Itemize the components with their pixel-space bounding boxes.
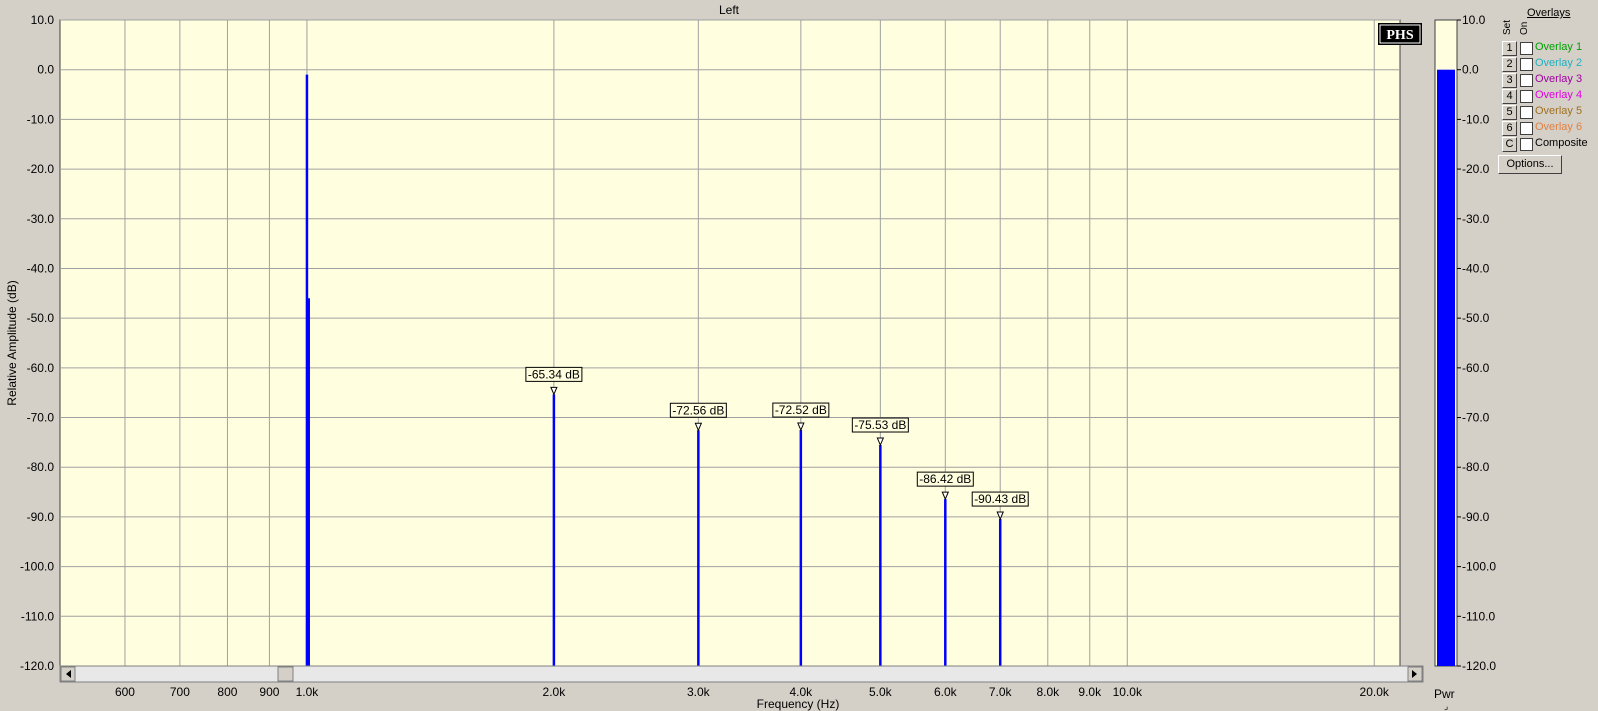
overlay-set-button[interactable]: 3 [1502,73,1517,88]
y-tick-label: -70.0 [27,411,55,425]
peak-annotation-label: -72.56 dB [672,403,724,417]
overlay-set-button[interactable]: C [1502,137,1517,152]
peak-annotation-label: -86.42 dB [919,472,971,486]
y-tick-label: -20.0 [27,162,55,176]
y-tick-label: -120.0 [20,659,54,673]
overlay-on-checkbox[interactable] [1520,58,1533,71]
overlay-label: Composite [1535,137,1588,149]
overlay-label: Overlay 3 [1535,73,1583,85]
meter-tick-label: -100.0 [1462,560,1496,574]
y-tick-label: -50.0 [27,311,55,325]
power-meter-label: Pwr [1434,687,1455,701]
meter-tick-label: -60.0 [1462,361,1490,375]
y-tick-label: -60.0 [27,361,55,375]
x-tick-label: 2.0k [543,685,567,699]
peak-annotation-label: -65.34 dB [528,367,580,381]
meter-tick-label: 10.0 [1462,13,1486,27]
overlay-set-button[interactable]: 6 [1502,121,1517,136]
y-axis: 10.0 0.0 -10.0 -20.0 -30.0 -40.0 -50.0 -60.0 -70… [20,13,54,673]
overlay-label: Overlay 2 [1535,57,1583,69]
x-tick-label: 20.0k [1360,685,1390,699]
peak-annotation-label: -72.52 dB [775,403,827,417]
options-button[interactable]: Options... [1498,155,1562,174]
overlay-on-checkbox[interactable] [1520,138,1533,151]
overlay-label: Overlay 6 [1535,121,1583,133]
x-tick-label: 700 [170,685,190,699]
x-tick-label: 800 [217,685,237,699]
y-tick-label: 10.0 [31,13,55,27]
meter-tick-label: 0.0 [1462,63,1479,77]
x-tick-label: 9.0k [1078,685,1102,699]
overlays-title: Overlays [1527,7,1571,19]
x-tick-label: 7.0k [989,685,1013,699]
overlay-set-button[interactable]: 1 [1502,41,1517,56]
svg-text:PHS: PHS [1386,28,1413,43]
scroll-thumb[interactable] [277,666,294,682]
x-tick-label: 600 [115,685,135,699]
overlay-set-button[interactable]: 4 [1502,89,1517,104]
y-tick-label: -40.0 [27,261,55,275]
meter-tick-label: -120.0 [1462,659,1496,673]
meter-tick-label: -30.0 [1462,212,1490,226]
y-tick-label: -110.0 [21,609,54,623]
overlay-on-checkbox[interactable] [1520,42,1533,55]
meter-tick-label: -50.0 [1462,311,1490,325]
x-axis: 600 700 800 900 1.0k 2.0k 3.0k 4.0k 5.0k 6.0k 7.0k… [115,685,1390,699]
y-tick-label: -10.0 [27,112,55,126]
power-meter: 10.0 0.0 -10.0 -20.0 -30.0 -40.0 -50.0 -60.0 -70… [1434,13,1496,711]
resize-grip-icon: ⌟ [1444,702,1448,711]
overlay-set-button[interactable]: 2 [1502,57,1517,72]
y-axis-label: Relative Amplitude (dB) [5,280,19,405]
plot-area [59,19,1401,667]
chart-title: Left [719,3,740,17]
set-column-header: Set [1502,19,1513,35]
overlay-label: Overlay 1 [1535,41,1583,53]
power-meter-bar [1437,69,1455,666]
peak-annotation-label: -90.43 dB [974,492,1026,506]
meter-tick-label: -10.0 [1462,112,1490,126]
overlay-on-checkbox[interactable] [1520,106,1533,119]
analyzer-window: Left 10.0 0.0 -10.0 -20.0 -30.0 -40.0 -50.0 -60… [0,0,1598,711]
meter-tick-label: -90.0 [1462,510,1490,524]
overlay-label: Overlay 5 [1535,105,1583,117]
phs-logo: PHS [1378,23,1422,45]
overlay-on-checkbox[interactable] [1520,74,1533,87]
x-tick-label: 3.0k [687,685,711,699]
overlay-on-checkbox[interactable] [1520,122,1533,135]
meter-tick-label: -70.0 [1462,411,1490,425]
y-tick-label: -100.0 [20,560,54,574]
peak-annotation-label: -75.53 dB [854,418,906,432]
x-tick-label: 8.0k [1036,685,1060,699]
power-meter-scale: 10.0 0.0 -10.0 -20.0 -30.0 -40.0 -50.0 -60.0 -70… [1457,13,1496,673]
x-tick-label: 1.0k [296,685,320,699]
meter-tick-label: -110.0 [1462,609,1495,623]
meter-tick-label: -20.0 [1462,162,1490,176]
overlay-on-checkbox[interactable] [1520,90,1533,103]
horizontal-scrollbar[interactable] [59,665,1424,683]
meter-tick-label: -80.0 [1462,460,1490,474]
x-axis-label: Frequency (Hz) [757,697,840,711]
on-column-header: On [1519,21,1530,35]
x-tick-label: 5.0k [869,685,893,699]
spectrum-chart: Left 10.0 0.0 -10.0 -20.0 -30.0 -40.0 -50.0 -60… [5,3,1496,711]
x-tick-label: 10.0k [1113,685,1143,699]
y-tick-label: -90.0 [27,510,55,524]
overlay-set-button[interactable]: 5 [1502,105,1517,120]
meter-tick-label: -40.0 [1462,261,1490,275]
y-tick-label: 0.0 [37,63,54,77]
y-tick-label: -30.0 [27,212,55,226]
overlay-label: Overlay 4 [1535,89,1583,101]
x-tick-label: 6.0k [934,685,958,699]
y-tick-label: -80.0 [27,460,55,474]
x-tick-label: 900 [259,685,279,699]
